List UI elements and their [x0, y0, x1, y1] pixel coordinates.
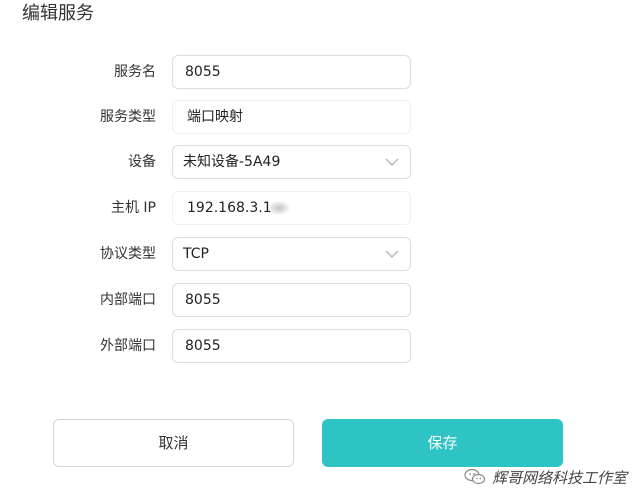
- redaction-blur: [267, 201, 290, 215]
- watermark: 辉哥网络科技工作室: [464, 466, 627, 488]
- internal-port-input[interactable]: 8055: [172, 283, 411, 317]
- page-title: 编辑服务: [22, 3, 94, 24]
- device-select[interactable]: 未知设备-5A49: [172, 145, 411, 179]
- host-ip-label: 主机 IP: [110, 200, 156, 216]
- chevron-down-icon: [385, 250, 399, 258]
- device-label: 设备: [128, 154, 156, 170]
- host-ip-row: 主机 IP 192.168.3.1: [0, 191, 640, 225]
- service-type-row: 服务类型 端口映射: [0, 100, 640, 134]
- host-ip-value: 192.168.3.1: [172, 191, 411, 225]
- save-button[interactable]: 保存: [322, 419, 563, 467]
- external-port-label: 外部端口: [100, 338, 156, 354]
- wechat-icon: [464, 468, 486, 485]
- service-type-value: 端口映射: [172, 100, 411, 134]
- cancel-button[interactable]: 取消: [53, 419, 294, 467]
- service-name-row: 服务名 8055: [0, 55, 640, 89]
- device-select-value: 未知设备-5A49: [183, 154, 281, 170]
- service-type-label: 服务类型: [100, 109, 156, 125]
- protocol-select[interactable]: TCP: [172, 237, 411, 271]
- edit-service-page: 编辑服务 服务名 8055 服务类型 端口映射 设备 未知设备-5A49 主机 …: [0, 0, 640, 503]
- host-ip-text: 192.168.3.1: [187, 200, 272, 216]
- external-port-row: 外部端口 8055: [0, 329, 640, 363]
- watermark-text: 辉哥网络科技工作室: [492, 468, 628, 487]
- device-row: 设备 未知设备-5A49: [0, 145, 640, 179]
- service-name-label: 服务名: [114, 64, 156, 80]
- protocol-label: 协议类型: [100, 246, 156, 262]
- internal-port-row: 内部端口 8055: [0, 283, 640, 317]
- protocol-select-value: TCP: [183, 246, 209, 262]
- service-name-input[interactable]: 8055: [172, 55, 411, 89]
- protocol-row: 协议类型 TCP: [0, 237, 640, 271]
- internal-port-label: 内部端口: [100, 292, 156, 308]
- chevron-down-icon: [385, 158, 399, 166]
- external-port-input[interactable]: 8055: [172, 329, 411, 363]
